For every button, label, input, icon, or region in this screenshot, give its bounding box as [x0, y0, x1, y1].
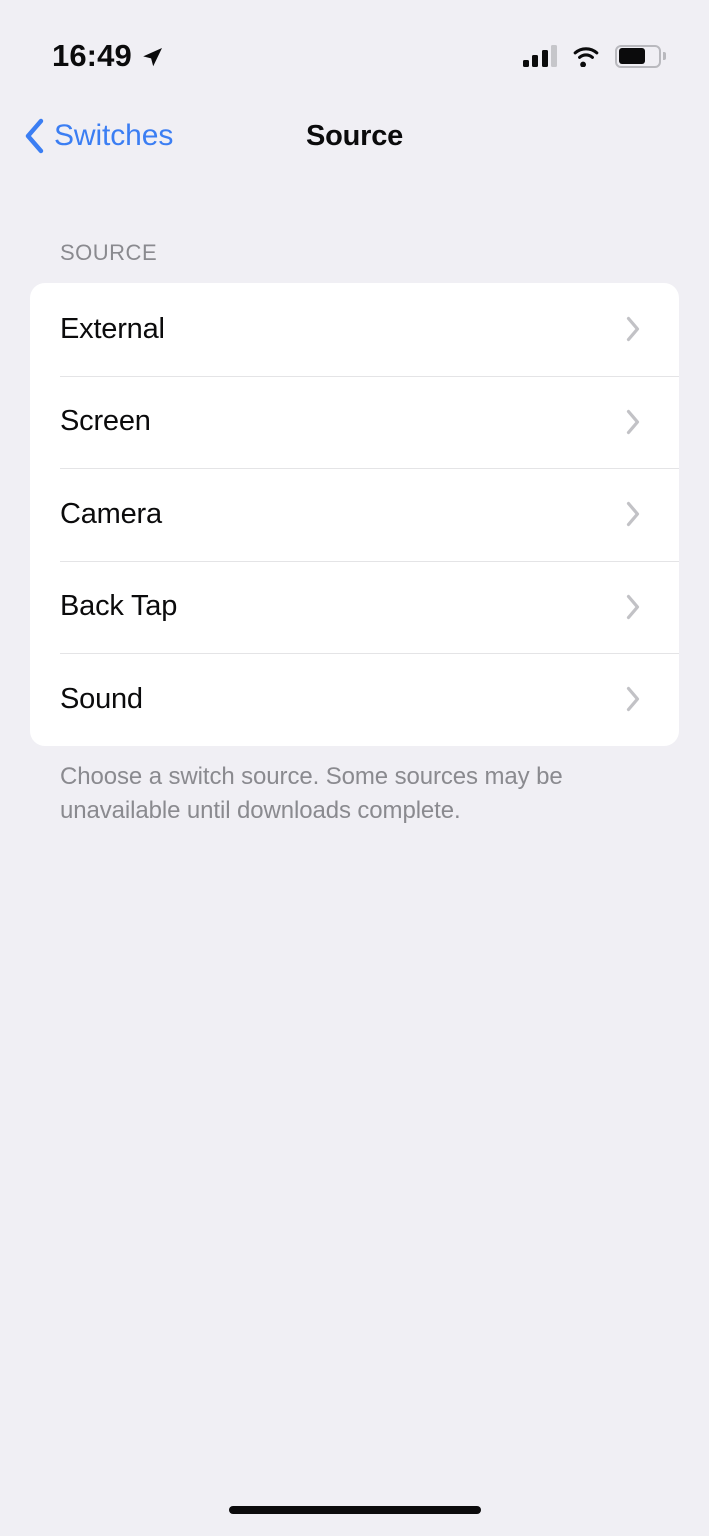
home-indicator[interactable] — [228, 1506, 481, 1514]
list-item-camera[interactable]: Camera — [30, 468, 679, 561]
list-item-sound[interactable]: Sound — [30, 653, 679, 746]
list-item-label: External — [60, 312, 165, 345]
chevron-right-icon — [626, 409, 641, 435]
battery-icon — [615, 44, 666, 68]
chevron-left-icon — [24, 118, 45, 154]
battery-cap — [663, 52, 666, 60]
status-bar-right — [522, 44, 666, 68]
cellular-bar-3 — [541, 50, 548, 67]
section-footer-note: Choose a switch source. Some sources may… — [60, 763, 563, 824]
list-item-label: Back Tap — [60, 590, 178, 623]
chevron-right-icon — [626, 316, 641, 342]
back-button[interactable]: Switches — [14, 105, 183, 167]
section-header-source: SOURCE — [60, 240, 158, 265]
list-item-back-tap[interactable]: Back Tap — [30, 560, 679, 654]
chevron-right-icon — [626, 686, 641, 712]
back-button-label: Switches — [54, 119, 174, 152]
chevron-right-icon — [626, 594, 641, 620]
list-item-label: Sound — [60, 682, 143, 715]
list-item-external[interactable]: External — [30, 283, 679, 376]
list-item-label: Camera — [60, 497, 162, 530]
cellular-bar-4 — [551, 45, 557, 67]
status-bar-left: 16:49 — [52, 38, 163, 74]
cellular-bar-2 — [532, 55, 538, 67]
cellular-bar-1 — [522, 60, 529, 67]
navigation-bar: Switches Source — [0, 105, 709, 167]
battery-fill — [618, 48, 645, 64]
list-item-label: Screen — [60, 405, 151, 438]
source-list: External Screen Camera Back Tap Sound — [30, 283, 679, 746]
status-bar: 16:49 — [0, 0, 709, 100]
status-time: 16:49 — [52, 38, 132, 73]
location-arrow-icon — [141, 46, 163, 68]
list-item-screen[interactable]: Screen — [30, 375, 679, 469]
cellular-signal-icon — [522, 45, 557, 67]
chevron-right-icon — [626, 501, 641, 527]
wifi-icon — [571, 45, 601, 68]
